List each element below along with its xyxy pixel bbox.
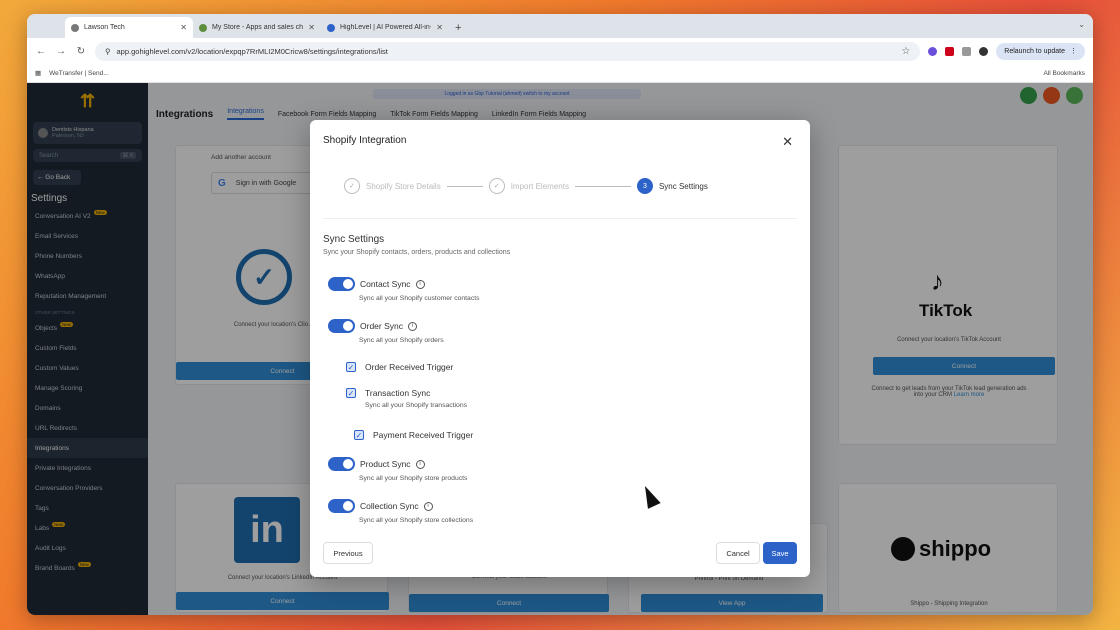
info-icon[interactable]: i bbox=[408, 321, 417, 331]
modal-title: Shopify Integration bbox=[323, 135, 407, 146]
payment-received-row: ✓ Payment Received Trigger bbox=[354, 430, 473, 440]
step-connector bbox=[574, 185, 631, 187]
payment-received-label: Payment Received Trigger bbox=[373, 430, 474, 440]
collection-sync-row: Collection Sync i Sync all your Shopify … bbox=[328, 499, 473, 524]
step-connector bbox=[446, 185, 483, 187]
contact-sync-row: Contact Sync i Sync all your Shopify cus… bbox=[328, 277, 480, 302]
close-tab-icon[interactable]: ✕ bbox=[436, 23, 443, 32]
bookmarks-bar: ▦ WeTransfer | Send... All Bookmarks bbox=[27, 64, 1093, 83]
order-sync-label: Order Sync bbox=[360, 321, 403, 331]
address-bar[interactable]: ⚲ app.gohighlevel.com/v2/location/expqp7… bbox=[95, 41, 921, 61]
bookmark-star-icon[interactable]: ☆ bbox=[901, 46, 910, 57]
previous-button[interactable]: Previous bbox=[323, 542, 373, 564]
collection-sync-desc: Sync all your Shopify store collections bbox=[359, 517, 474, 524]
step-2-check-icon: ✓ bbox=[488, 178, 505, 194]
shopify-integration-modal: Shopify Integration ✕ ✓ Shopify Store De… bbox=[310, 120, 810, 577]
kebab-menu-icon: ⋮ bbox=[1070, 48, 1077, 55]
tab-title: HighLevel | AI Powered All-in-... bbox=[340, 24, 432, 31]
order-sync-desc: Sync all your Shopify orders bbox=[359, 337, 444, 344]
step-1-label: Shopify Store Details bbox=[366, 181, 441, 191]
apps-grid-icon[interactable]: ▦ bbox=[35, 69, 41, 77]
reload-icon[interactable]: ↻ bbox=[75, 46, 87, 57]
tab-title: Lawson Tech bbox=[84, 24, 125, 31]
section-title: Sync Settings bbox=[323, 234, 385, 245]
cancel-button[interactable]: Cancel bbox=[716, 542, 760, 564]
relaunch-button[interactable]: Relaunch to update ⋮ bbox=[996, 42, 1085, 60]
save-button[interactable]: Save bbox=[763, 542, 797, 564]
info-icon[interactable]: i bbox=[423, 501, 433, 511]
back-icon[interactable]: ← bbox=[35, 46, 47, 57]
url-text: app.gohighlevel.com/v2/location/expqp7Rr… bbox=[116, 46, 388, 56]
order-sync-row: Order Sync i Sync all your Shopify order… bbox=[328, 319, 444, 344]
vivaldi-extension-icon[interactable] bbox=[945, 46, 955, 56]
profile-avatar-icon[interactable] bbox=[979, 46, 989, 56]
info-icon[interactable]: i bbox=[415, 279, 425, 289]
product-sync-desc: Sync all your Shopify store products bbox=[359, 475, 468, 482]
step-3-label: Sync Settings bbox=[658, 181, 708, 191]
order-received-row: ✓ Order Received Trigger bbox=[346, 362, 453, 372]
order-received-checkbox[interactable]: ✓ bbox=[346, 362, 356, 372]
product-sync-row: Product Sync i Sync all your Shopify sto… bbox=[328, 457, 467, 482]
product-sync-toggle[interactable] bbox=[328, 457, 355, 471]
close-tab-icon[interactable]: ✕ bbox=[308, 23, 315, 32]
section-subtitle: Sync your Shopify contacts, orders, prod… bbox=[323, 249, 511, 256]
bookmark-wetransfer[interactable]: WeTransfer | Send... bbox=[49, 70, 109, 77]
transaction-sync-label: Transaction Sync bbox=[365, 388, 431, 398]
relaunch-label: Relaunch to update bbox=[1004, 47, 1065, 55]
info-icon[interactable]: i bbox=[415, 459, 425, 469]
all-bookmarks[interactable]: All Bookmarks bbox=[1043, 70, 1085, 77]
transaction-sync-desc: Sync all your Shopify transactions bbox=[365, 402, 468, 409]
step-2-label: Import Elements bbox=[510, 181, 569, 191]
highlevel-favicon-icon bbox=[327, 23, 335, 32]
product-sync-label: Product Sync bbox=[360, 459, 411, 469]
tab-search-icon[interactable]: ⌄ bbox=[1078, 20, 1085, 29]
browser-toolbar: ← → ↻ ⚲ app.gohighlevel.com/v2/location/… bbox=[27, 38, 1093, 64]
order-received-label: Order Received Trigger bbox=[365, 362, 454, 372]
browser-window: Lawson Tech ✕ My Store - Apps and sales … bbox=[27, 14, 1093, 615]
contact-sync-toggle[interactable] bbox=[328, 277, 355, 291]
extensions-puzzle-icon[interactable] bbox=[962, 46, 972, 56]
tab-bar: Lawson Tech ✕ My Store - Apps and sales … bbox=[27, 14, 1093, 38]
payment-received-checkbox[interactable]: ✓ bbox=[354, 430, 364, 440]
tab-lawson[interactable]: Lawson Tech ✕ bbox=[65, 17, 193, 38]
site-info-icon[interactable]: ⚲ bbox=[105, 47, 111, 56]
contact-sync-label: Contact Sync bbox=[360, 279, 411, 289]
tab-highlevel[interactable]: HighLevel | AI Powered All-in-... ✕ bbox=[321, 17, 449, 38]
collection-sync-label: Collection Sync bbox=[360, 501, 419, 511]
divider bbox=[323, 218, 797, 219]
step-1-check-icon: ✓ bbox=[344, 178, 360, 194]
tab-title: My Store - Apps and sales ch... bbox=[212, 24, 304, 31]
new-tab-icon[interactable]: + bbox=[455, 22, 461, 34]
extension-icon[interactable] bbox=[928, 46, 938, 56]
order-sync-toggle[interactable] bbox=[328, 319, 355, 333]
transaction-sync-row: ✓ Transaction Sync Sync all your Shopify… bbox=[346, 388, 467, 409]
shopify-favicon-icon bbox=[199, 23, 207, 32]
transaction-sync-checkbox[interactable]: ✓ bbox=[346, 388, 356, 398]
contact-sync-desc: Sync all your Shopify customer contacts bbox=[359, 295, 480, 302]
step-3-number: 3 bbox=[636, 178, 653, 194]
favicon-icon bbox=[71, 23, 79, 32]
tab-mystore[interactable]: My Store - Apps and sales ch... ✕ bbox=[193, 17, 321, 38]
close-tab-icon[interactable]: ✕ bbox=[180, 23, 187, 32]
forward-icon[interactable]: → bbox=[55, 46, 67, 57]
collection-sync-toggle[interactable] bbox=[328, 499, 355, 513]
stepper: ✓ Shopify Store Details ✓ Import Element… bbox=[344, 178, 708, 194]
close-icon[interactable]: ✕ bbox=[782, 134, 793, 150]
